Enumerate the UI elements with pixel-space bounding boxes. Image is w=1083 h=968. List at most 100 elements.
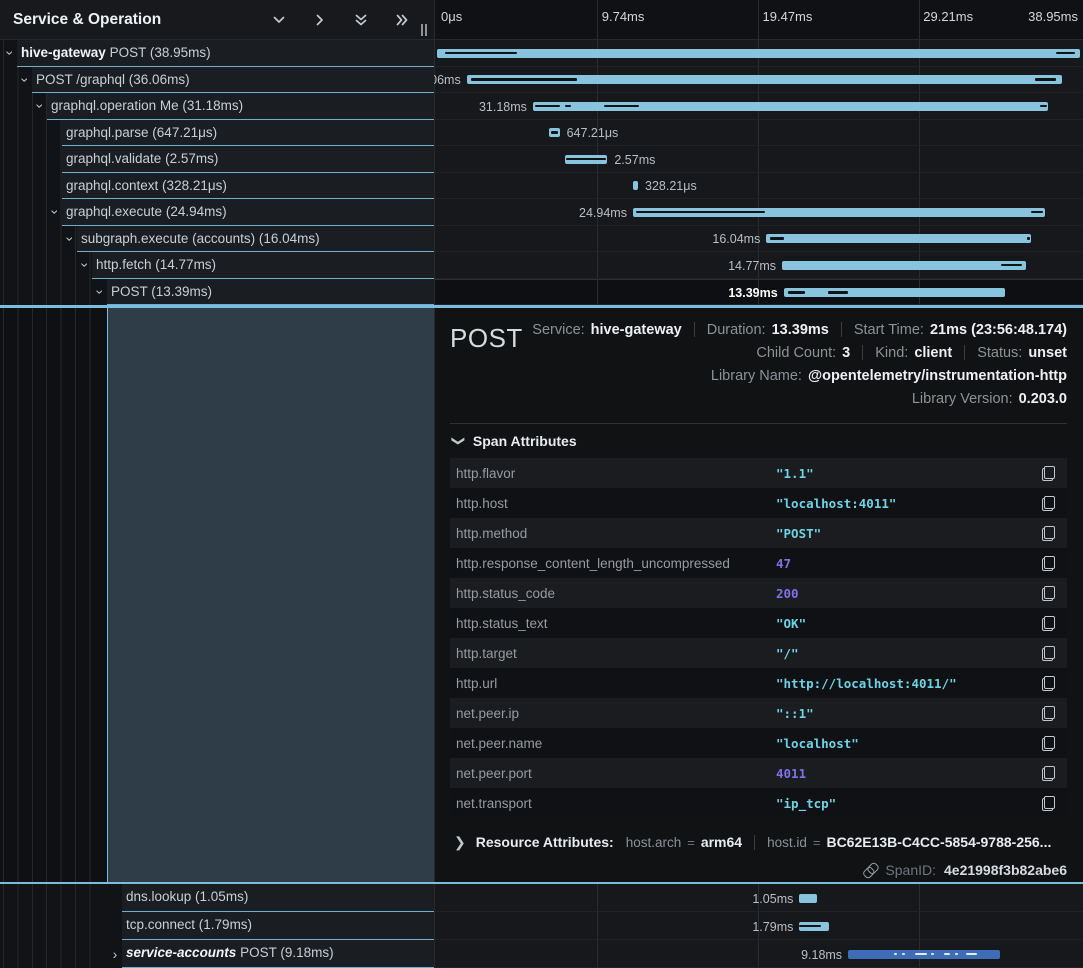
- attribute-key: http.url: [456, 676, 497, 691]
- copy-icon[interactable]: [1042, 586, 1055, 601]
- timeline-cell[interactable]: 16.04ms: [434, 226, 1083, 253]
- copy-icon[interactable]: [1042, 646, 1055, 661]
- span-label[interactable]: hive-gateway POST (38.95ms): [17, 40, 434, 67]
- span-label[interactable]: graphql.validate (2.57ms): [62, 146, 434, 173]
- span-duration-bar[interactable]: [533, 102, 1048, 111]
- child-span-marker: [1027, 237, 1030, 240]
- collapse-chevron-icon[interactable]: ›: [20, 67, 30, 94]
- copy-icon[interactable]: [1042, 556, 1055, 571]
- timeline-cell[interactable]: 13.39ms: [434, 279, 1083, 306]
- resource-key: host.id: [767, 835, 807, 850]
- timeline-cell[interactable]: 9.18ms: [434, 940, 1083, 968]
- copy-icon[interactable]: [1042, 736, 1055, 751]
- copy-icon[interactable]: [1042, 616, 1055, 631]
- span-label[interactable]: http.fetch (14.77ms): [92, 252, 434, 279]
- duration-label: 13.39ms: [658, 286, 778, 300]
- span-label[interactable]: graphql.execute (24.94ms): [62, 199, 434, 226]
- span-label[interactable]: tcp.connect (1.79ms): [122, 912, 434, 940]
- chevron-down-icon[interactable]: [271, 12, 287, 28]
- timeline-cell[interactable]: 24.94ms: [434, 199, 1083, 226]
- span-duration-bar[interactable]: [549, 128, 560, 137]
- timeline-cell[interactable]: 14.77ms: [434, 252, 1083, 279]
- duration-label: 16.04ms: [640, 232, 760, 246]
- timeline-cell[interactable]: 328.21μs: [434, 173, 1083, 200]
- copy-icon[interactable]: [1042, 706, 1055, 721]
- copy-icon[interactable]: [1042, 466, 1055, 481]
- copy-icon[interactable]: [1042, 526, 1055, 541]
- span-duration-bar[interactable]: [633, 208, 1045, 217]
- meta-label: Child Count:: [756, 345, 836, 361]
- timeline-cell[interactable]: 36.06ms: [434, 67, 1083, 94]
- span-label[interactable]: graphql.context (328.21μs): [62, 173, 434, 200]
- collapse-chevron-icon[interactable]: ›: [80, 252, 90, 279]
- span-label[interactable]: dns.lookup (1.05ms): [122, 884, 434, 912]
- attribute-value: "/": [776, 646, 799, 661]
- collapse-chevron-icon[interactable]: ›: [95, 279, 105, 306]
- meta-value: unset: [1028, 345, 1067, 361]
- attribute-key: http.flavor: [456, 466, 515, 481]
- span-row: ›graphql.execute (24.94ms)24.94ms: [0, 199, 1083, 226]
- span-duration-bar[interactable]: [782, 261, 1026, 270]
- span-row: ›POST (13.39ms) 13.39ms: [0, 279, 1083, 306]
- timeline-cell[interactable]: 2.57ms: [434, 146, 1083, 173]
- span-row: ›POST /graphql (36.06ms)36.06ms: [0, 67, 1083, 94]
- double-chevron-right-icon[interactable]: [394, 12, 410, 28]
- span-duration-bar[interactable]: [848, 950, 1000, 959]
- attribute-row: net.peer.name"localhost": [450, 728, 1067, 758]
- child-span-marker: [966, 953, 977, 956]
- timeline-cell[interactable]: 647.21μs: [434, 120, 1083, 147]
- resource-attributes-row[interactable]: ❯ Resource Attributes: host.arch=arm64ho…: [450, 830, 1067, 854]
- span-label[interactable]: POST (13.39ms): [107, 279, 434, 306]
- span-duration-bar[interactable]: [799, 922, 829, 931]
- detail-meta-line: Library Name:@opentelemetry/instrumentat…: [711, 364, 1067, 387]
- span-label[interactable]: POST /graphql (36.06ms): [32, 67, 434, 94]
- span-attributes-header[interactable]: ❯ Span Attributes: [450, 424, 1067, 458]
- span-id-value: 4e21998f3b82abe6: [944, 862, 1067, 878]
- span-label[interactable]: subgraph.execute (accounts) (16.04ms): [77, 226, 434, 253]
- copy-icon[interactable]: [1042, 766, 1055, 781]
- double-chevron-down-icon[interactable]: [353, 12, 369, 28]
- span-row: ›service-accounts POST (9.18ms)9.18ms: [0, 940, 1083, 968]
- collapse-chevron-icon[interactable]: ›: [50, 199, 60, 226]
- copy-icon[interactable]: [1042, 796, 1055, 811]
- span-label[interactable]: graphql.operation Me (31.18ms): [47, 93, 434, 120]
- duration-label: 1.79ms: [673, 920, 793, 934]
- copy-icon[interactable]: [1042, 496, 1055, 511]
- resource-attributes-title: Resource Attributes:: [476, 834, 614, 850]
- span-tree-cell: graphql.parse (647.21μs): [0, 120, 434, 147]
- attribute-row: http.host"localhost:4011": [450, 488, 1067, 518]
- meta-label: Library Name:: [711, 368, 802, 384]
- copy-icon[interactable]: [1042, 676, 1055, 691]
- tree-toolbar: [271, 0, 410, 39]
- timeline-cell[interactable]: 1.79ms: [434, 912, 1083, 940]
- attribute-key: net.transport: [456, 796, 532, 811]
- chevron-right-icon: ❯: [454, 834, 466, 851]
- collapse-chevron-icon[interactable]: ›: [35, 93, 45, 120]
- span-row: ›graphql.operation Me (31.18ms)31.18ms: [0, 93, 1083, 120]
- child-span-marker: [535, 105, 560, 108]
- span-label[interactable]: graphql.parse (647.21μs): [62, 120, 434, 147]
- timeline-cell[interactable]: 1.05ms: [434, 884, 1083, 912]
- duration-label: 647.21μs: [567, 126, 619, 140]
- operation-name: POST (9.18ms): [240, 945, 334, 960]
- span-duration-bar[interactable]: [633, 181, 638, 190]
- span-duration-bar[interactable]: [565, 155, 607, 164]
- span-duration-bar[interactable]: [437, 49, 1080, 58]
- child-span-marker: [894, 953, 898, 956]
- timeline-header: 0μs9.74ms19.47ms29.21ms38.95ms: [434, 0, 1083, 40]
- panel-resize-handle[interactable]: [421, 24, 430, 36]
- collapse-chevron-icon[interactable]: ›: [5, 40, 15, 67]
- meta-value: 21ms (23:56:48.174): [930, 322, 1067, 338]
- span-duration-bar[interactable]: [799, 894, 816, 903]
- timeline-cell[interactable]: 31.18ms: [434, 93, 1083, 120]
- resource-value: arm64: [701, 834, 742, 850]
- link-icon[interactable]: [859, 859, 880, 880]
- span-label[interactable]: service-accounts POST (9.18ms): [122, 940, 434, 968]
- collapse-chevron-icon[interactable]: ›: [65, 226, 75, 253]
- expand-chevron-icon[interactable]: ›: [110, 940, 120, 968]
- timeline-cell[interactable]: 38.95ms: [434, 40, 1083, 67]
- span-duration-bar[interactable]: [784, 288, 1005, 297]
- span-duration-bar[interactable]: [467, 75, 1062, 84]
- span-duration-bar[interactable]: [766, 234, 1031, 243]
- chevron-right-icon[interactable]: [312, 12, 328, 28]
